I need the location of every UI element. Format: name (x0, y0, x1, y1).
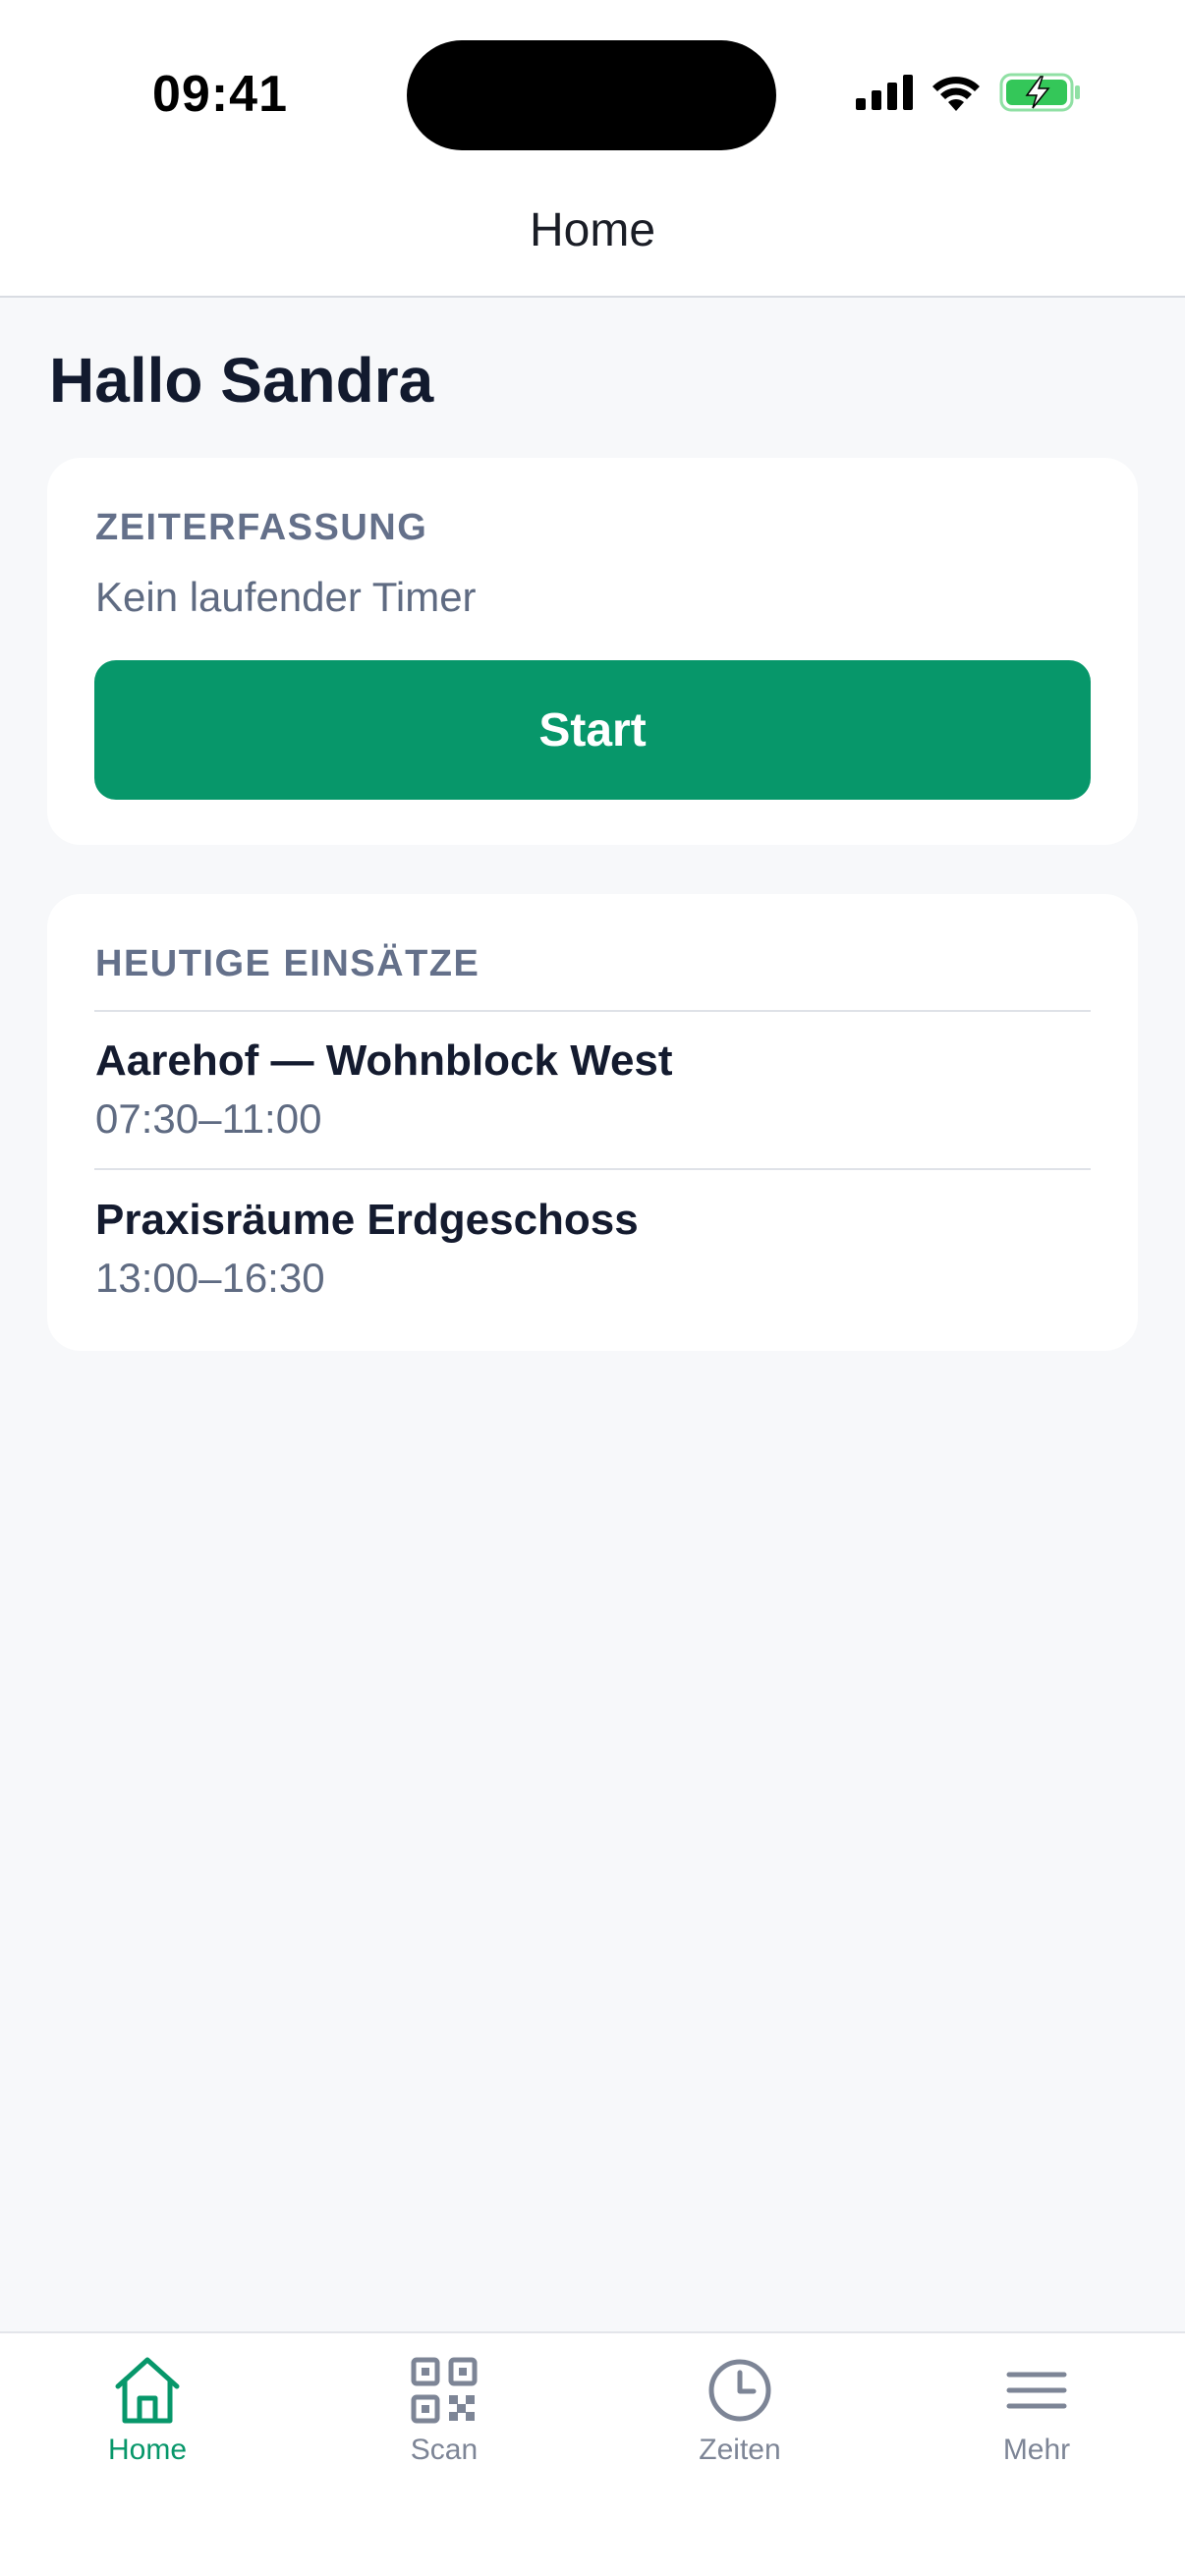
divider (94, 1168, 1091, 1170)
home-icon (115, 2357, 180, 2424)
cellular-signal-icon (856, 75, 913, 110)
status-time: 09:41 (152, 66, 288, 123)
dynamic-island (407, 40, 776, 150)
timer-status-text: Kein laufender Timer (95, 574, 477, 620)
todays-jobs-label: HEUTIGE EINSÄTZE (95, 943, 480, 984)
battery-charging-icon (999, 73, 1080, 112)
tab-mehr[interactable]: Mehr (938, 2355, 1135, 2467)
menu-icon (1006, 2372, 1067, 2409)
job-title: Aarehof — Wohnblock West (95, 1036, 673, 1085)
job-time: 13:00–16:30 (95, 1255, 325, 1301)
tab-zeiten[interactable]: Zeiten (642, 2355, 838, 2467)
start-timer-button[interactable]: Start (94, 660, 1091, 800)
time-tracking-label: ZEITERFASSUNG (95, 507, 428, 548)
status-bar: 09:41 (0, 0, 1185, 177)
wifi-icon (932, 77, 980, 111)
tab-label: Home (107, 2434, 188, 2466)
tab-home[interactable]: Home (49, 2355, 246, 2467)
time-tracking-card: ZEITERFASSUNG Kein laufender Timer Start (47, 458, 1138, 845)
tab-bar: Home Scan Zeiten Mehr (0, 2331, 1185, 2576)
greeting-heading: Hallo Sandra (49, 345, 434, 416)
job-title: Praxisräume Erdgeschoss (95, 1196, 639, 1244)
navigation-bar: Home (0, 177, 1185, 298)
todays-jobs-card: HEUTIGE EINSÄTZE Aarehof — Wohnblock Wes… (47, 894, 1138, 1351)
clock-icon (708, 2359, 771, 2422)
tab-label: Mehr (1002, 2434, 1071, 2466)
divider (94, 1010, 1091, 1012)
tab-scan[interactable]: Scan (346, 2355, 542, 2467)
job-time: 07:30–11:00 (95, 1095, 322, 1142)
tab-label: Scan (410, 2434, 479, 2466)
qr-code-icon (411, 2357, 478, 2424)
home-screen: 09:41 Home Hallo Sandra ZEITERFASSUNG Ke… (0, 0, 1185, 2576)
status-icons (856, 73, 1082, 112)
tab-label: Zeiten (699, 2434, 781, 2466)
page-title: Home (529, 204, 656, 256)
